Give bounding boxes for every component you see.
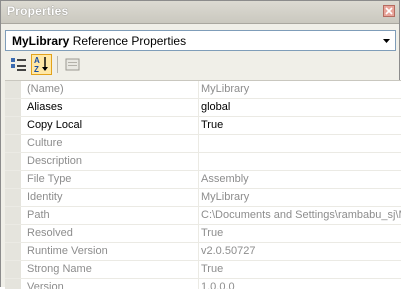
property-value[interactable]: global bbox=[201, 101, 401, 113]
row-gutter bbox=[5, 261, 21, 278]
property-row[interactable]: Version 1.0.0.0 bbox=[5, 279, 401, 289]
property-row[interactable]: Resolved True bbox=[5, 225, 401, 243]
property-name: Culture bbox=[27, 137, 63, 149]
property-row[interactable]: Runtime Version v2.0.50727 bbox=[5, 243, 401, 261]
property-value: Assembly bbox=[201, 173, 249, 185]
column-divider[interactable] bbox=[198, 171, 199, 188]
title-bar[interactable]: Properties bbox=[1, 1, 399, 24]
row-gutter bbox=[5, 225, 21, 242]
property-row[interactable]: Copy Local True bbox=[5, 117, 401, 135]
property-value: v2.0.50727 bbox=[201, 245, 256, 257]
row-gutter bbox=[5, 279, 21, 289]
row-gutter bbox=[5, 153, 21, 170]
row-gutter bbox=[5, 189, 21, 206]
property-value: 1.0.0.0 bbox=[201, 281, 235, 289]
object-selector-label: MyLibrary Reference Properties bbox=[12, 34, 186, 48]
property-grid: (Name) MyLibrary Aliases global Copy Local Tr… bbox=[5, 80, 401, 289]
alphabetical-button[interactable]: A Z bbox=[31, 54, 52, 75]
row-gutter bbox=[5, 81, 21, 98]
property-value: True bbox=[201, 227, 224, 239]
property-row[interactable]: Description bbox=[5, 153, 401, 171]
property-row[interactable]: Strong Name True bbox=[5, 261, 401, 279]
property-name: Strong Name bbox=[27, 263, 92, 275]
categorized-icon bbox=[11, 58, 26, 71]
column-divider[interactable] bbox=[198, 225, 199, 242]
property-row[interactable]: (Name) MyLibrary bbox=[5, 81, 401, 99]
svg-text:A: A bbox=[34, 56, 40, 65]
column-divider[interactable] bbox=[198, 135, 199, 152]
row-gutter bbox=[5, 135, 21, 152]
column-divider[interactable] bbox=[198, 189, 199, 206]
property-name: Resolved bbox=[27, 227, 73, 239]
object-name: MyLibrary bbox=[12, 34, 70, 48]
property-row[interactable]: Identity MyLibrary bbox=[5, 189, 401, 207]
property-pages-icon bbox=[65, 58, 80, 71]
property-value: C:\Documents and Settings\rambabu_sj\M bbox=[201, 209, 401, 221]
property-row[interactable]: Culture bbox=[5, 135, 401, 153]
chevron-down-icon[interactable] bbox=[379, 32, 394, 49]
property-name: File Type bbox=[27, 173, 72, 185]
row-gutter bbox=[5, 99, 21, 116]
property-name: Copy Local bbox=[27, 119, 83, 131]
properties-window: Properties MyLibrary Reference Propertie… bbox=[0, 0, 401, 289]
row-gutter bbox=[5, 207, 21, 224]
column-divider[interactable] bbox=[198, 99, 199, 116]
row-gutter bbox=[5, 117, 21, 134]
column-divider[interactable] bbox=[198, 243, 199, 260]
property-name: (Name) bbox=[27, 83, 64, 95]
close-icon[interactable] bbox=[383, 5, 395, 17]
alphabetical-icon: A Z bbox=[34, 56, 48, 74]
column-divider[interactable] bbox=[198, 81, 199, 98]
row-gutter bbox=[5, 171, 21, 188]
row-gutter bbox=[5, 243, 21, 260]
property-pages-button[interactable] bbox=[62, 54, 83, 75]
categorized-button[interactable] bbox=[8, 54, 29, 75]
property-toolbar: A Z bbox=[5, 54, 205, 76]
column-divider[interactable] bbox=[198, 153, 199, 170]
column-divider[interactable] bbox=[198, 279, 199, 289]
window-title: Properties bbox=[7, 4, 69, 18]
column-divider[interactable] bbox=[198, 261, 199, 278]
property-value[interactable]: True bbox=[201, 119, 401, 131]
toolbar-separator bbox=[57, 56, 58, 73]
property-name: Runtime Version bbox=[27, 245, 108, 257]
property-value: MyLibrary bbox=[201, 83, 250, 95]
property-name: Description bbox=[27, 155, 83, 167]
property-row[interactable]: Path C:\Documents and Settings\rambabu_sj… bbox=[5, 207, 401, 225]
property-row[interactable]: Aliases global bbox=[5, 99, 401, 117]
property-name: Path bbox=[27, 209, 50, 221]
column-divider[interactable] bbox=[198, 117, 199, 134]
object-type: Reference Properties bbox=[72, 34, 187, 48]
property-row[interactable]: File Type Assembly bbox=[5, 171, 401, 189]
property-name: Version bbox=[27, 281, 64, 289]
property-value: MyLibrary bbox=[201, 191, 250, 203]
svg-text:Z: Z bbox=[34, 65, 39, 74]
property-name: Aliases bbox=[27, 101, 63, 113]
object-selector-dropdown[interactable]: MyLibrary Reference Properties bbox=[5, 30, 396, 51]
column-divider[interactable] bbox=[198, 207, 199, 224]
property-name: Identity bbox=[27, 191, 63, 203]
property-value: True bbox=[201, 263, 224, 275]
